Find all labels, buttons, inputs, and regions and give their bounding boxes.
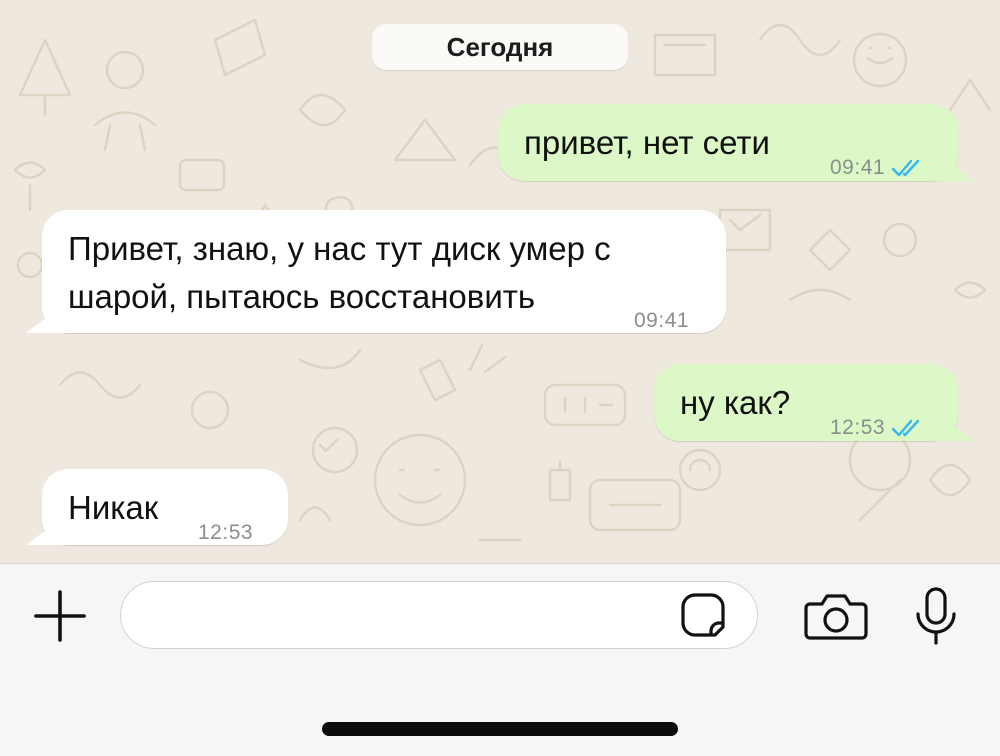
message-meta: 09:41	[830, 142, 923, 193]
sticker-icon[interactable]	[679, 591, 729, 641]
home-indicator[interactable]	[322, 722, 678, 736]
message-time: 09:41	[634, 309, 690, 332]
message-meta: 12:53	[198, 507, 253, 558]
double-check-icon	[891, 419, 920, 436]
message-time: 12:53	[830, 416, 886, 439]
bubble-tail	[26, 303, 66, 333]
camera-icon[interactable]	[804, 590, 868, 642]
bubble-tail	[26, 515, 66, 545]
message-time: 12:53	[198, 521, 254, 544]
chat-area[interactable]: Сегодня привет, нет сети 09:41 Привет, з…	[0, 0, 1000, 563]
date-separator-label: Сегодня	[446, 31, 554, 62]
message-time: 09:41	[830, 156, 886, 179]
date-separator: Сегодня	[372, 24, 628, 70]
microphone-icon[interactable]	[914, 586, 958, 646]
message-text: Никак	[68, 489, 159, 526]
message-bubble-incoming[interactable]: Никак 12:53	[26, 469, 288, 545]
message-text-line: шарой, пытаюсь восстановить	[68, 278, 536, 315]
plus-icon[interactable]	[30, 586, 90, 646]
message-input-container[interactable]	[120, 581, 758, 649]
bubble-tail	[934, 411, 974, 441]
message-text: привет, нет сети	[524, 124, 770, 161]
composer-bar	[0, 563, 1000, 756]
message-bubble-outgoing[interactable]: привет, нет сети 09:41	[498, 104, 974, 181]
message-text: ну как?	[680, 384, 791, 421]
message-bubble-outgoing[interactable]: ну как? 12:53	[654, 364, 974, 441]
message-meta: 12:53	[830, 402, 923, 453]
bubble-tail	[934, 151, 974, 181]
double-check-icon	[891, 159, 920, 176]
message-bubble-incoming[interactable]: Привет, знаю, у нас тут диск умер с шаро…	[26, 210, 726, 333]
message-text-line: Привет, знаю, у нас тут диск умер с	[68, 230, 611, 267]
message-meta: 09:41	[634, 295, 689, 346]
message-input[interactable]	[145, 594, 669, 638]
